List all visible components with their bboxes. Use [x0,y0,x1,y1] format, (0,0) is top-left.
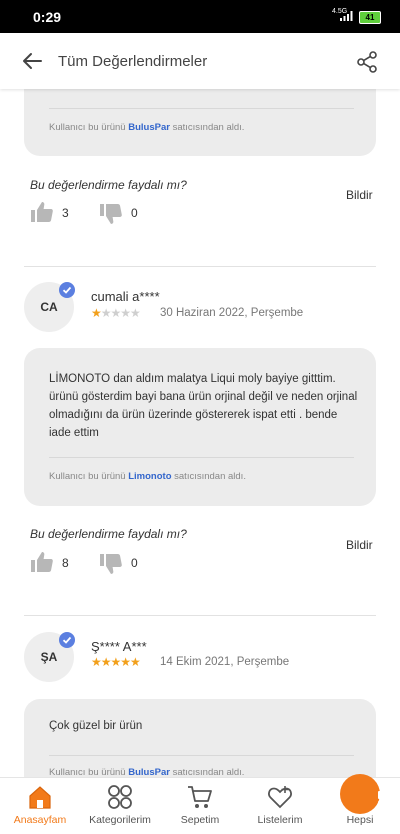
seller-info: Kullanıcı bu ürünü BulusPar satıcısından… [49,767,245,777]
star-icon: ★★★★ [100,306,141,320]
verified-badge-icon [59,632,75,648]
heart-list-icon [268,786,292,809]
back-arrow-icon[interactable] [20,49,44,73]
review-content-box: LİMONOTO dan aldım malatya Liqui moly ba… [24,348,376,506]
review-text: Çok güzel bir ürün [49,720,143,732]
status-bar: 0:29 4.5G 41 [0,0,400,33]
review-author: Ş**** A*** [91,639,147,654]
star-rating: ★★★★★ [91,306,141,320]
helpful-question: Bu değerlendirme faydalı mı? [30,178,187,192]
dislike-count: 0 [131,206,138,220]
reviews-list[interactable]: Kullanıcı bu ürünü BulusPar satıcısından… [0,89,400,777]
nav-kategorilerim[interactable]: Kategorilerim [80,778,160,834]
categories-icon [108,785,132,809]
signal-icon [340,11,353,21]
seller-info: Kullanıcı bu ürünü Limonoto satıcısından… [49,471,246,482]
helpful-question: Bu değerlendirme faydalı mı? [30,527,187,541]
seller-link[interactable]: Limonoto [128,471,171,482]
review-text: LİMONOTO dan aldım malatya Liqui moly ba… [49,373,358,439]
star-icon: ★★★★★ [91,655,141,669]
nav-anasayfam[interactable]: Anasayfam [0,778,80,834]
seller-link[interactable]: BulusPar [128,122,170,133]
divider [49,457,354,458]
review-date: 30 Haziran 2022, Perşembe [160,307,304,319]
bottom-navigation: Anasayfam Kategorilerim Sepetim Listeler… [0,774,400,834]
review-author: cumali a**** [91,289,160,304]
review-content-box: Kullanıcı bu ürünü BulusPar satıcısından… [24,89,376,156]
star-icon: ★ [91,306,102,320]
thumbs-down-icon[interactable] [99,552,123,576]
divider [49,108,354,109]
battery-icon: 41 [359,11,381,24]
thumbs-up-icon[interactable] [30,200,54,224]
review-date: 14 Ekim 2021, Perşembe [160,656,290,668]
nav-hepsi[interactable]: Hepsi [320,774,400,834]
home-icon [29,786,51,809]
app-bar: Tüm Değerlendirmeler [0,33,400,89]
seller-info: Kullanıcı bu ürünü BulusPar satıcısından… [49,122,245,133]
divider [49,755,354,756]
thumbs-up-icon[interactable] [30,550,54,574]
hepsi-icon [340,774,396,814]
star-rating: ★★★★★ [91,655,141,669]
thumbs-down-icon[interactable] [99,202,123,226]
review-separator [24,266,376,267]
report-button[interactable]: Bildir [346,188,373,202]
report-button[interactable]: Bildir [346,538,373,552]
nav-listelerim[interactable]: Listelerim [240,778,320,834]
page-title: Tüm Değerlendirmeler [58,53,208,70]
cart-icon [188,786,212,808]
review-content-box: Çok güzel bir ürün Kullanıcı bu ürünü Bu… [24,699,376,777]
share-icon[interactable] [355,50,379,74]
verified-badge-icon [59,282,75,298]
status-time: 0:29 [33,9,62,25]
seller-link[interactable]: BulusPar [128,767,170,777]
review-separator [24,615,376,616]
like-count: 3 [62,206,69,220]
dislike-count: 0 [131,556,138,570]
nav-sepetim[interactable]: Sepetim [160,778,240,834]
like-count: 8 [62,556,69,570]
